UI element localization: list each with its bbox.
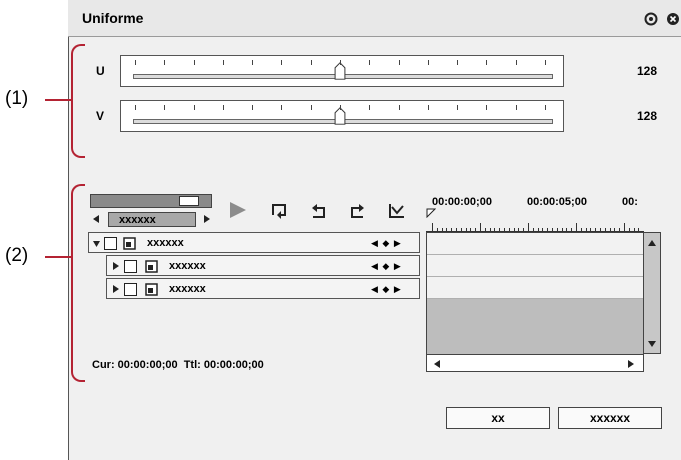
slider-tick [252, 60, 254, 65]
slider-v-label: V [96, 109, 105, 123]
slider-tick [135, 60, 136, 65]
slider-tick [515, 60, 517, 65]
slider-tick [281, 105, 283, 110]
slider-tick [222, 105, 224, 110]
scroll-up-arrow-icon[interactable] [647, 238, 657, 250]
slider-tick [486, 60, 488, 65]
track-checkbox[interactable] [104, 237, 117, 250]
track-label: xxxxxx [147, 237, 184, 249]
slider-v-value: 128 [637, 109, 658, 123]
cancel-button[interactable]: xxxxxx [558, 407, 662, 429]
slider-tick [281, 60, 283, 65]
slider-tick [457, 60, 459, 65]
slider-tick [427, 60, 429, 65]
dialog-title: Uniforme [82, 10, 144, 26]
slider-u-label: U [96, 64, 105, 78]
preset-progress-thumb[interactable] [179, 196, 199, 206]
slider-tick [486, 105, 488, 110]
curve-icon[interactable] [388, 202, 406, 223]
callout-bracket-1 [71, 44, 85, 158]
callout-label-1: (1) [5, 88, 29, 109]
keyframe-nav-icons[interactable]: ◀ ◆ ▶ [371, 261, 402, 272]
slider-tick [193, 105, 195, 110]
scroll-down-arrow-icon[interactable] [647, 339, 657, 351]
slider-tick [135, 105, 136, 110]
slider-tick [369, 105, 371, 110]
expand-down-arrow-icon[interactable] [92, 239, 101, 251]
loop-icon[interactable] [270, 202, 288, 223]
effect-icon [145, 283, 158, 299]
close-icon[interactable] [666, 12, 680, 26]
title-bar [68, 0, 681, 37]
redo-icon[interactable] [348, 202, 366, 223]
slider-tick [164, 60, 166, 65]
slider-tick [222, 60, 224, 65]
slider-tick [164, 105, 166, 110]
timecode-2: 00: [622, 196, 638, 208]
slider-u-value: 128 [637, 64, 658, 78]
slider-tick [340, 105, 341, 110]
slider-tick [398, 60, 400, 65]
keyframe-nav-icons[interactable]: ◀ ◆ ▶ [371, 238, 402, 249]
track-row[interactable]: xxxxxx ◀ ◆ ▶ [88, 232, 420, 253]
slider-tick [193, 60, 195, 65]
horizontal-scrollbar[interactable] [426, 354, 644, 372]
callout-leader-2 [45, 256, 72, 258]
slider-tick [545, 105, 546, 110]
timeline-ruler[interactable] [426, 214, 644, 232]
scroll-left-arrow-icon[interactable] [433, 359, 441, 372]
timeline-row[interactable] [427, 277, 643, 299]
expand-right-arrow-icon[interactable] [112, 284, 120, 297]
track-label: xxxxxx [169, 260, 206, 272]
preset-prev-arrow-icon[interactable] [92, 214, 100, 224]
vertical-scrollbar[interactable] [643, 232, 661, 354]
preset-dropdown-label: xxxxxx [119, 214, 156, 226]
slider-v[interactable] [120, 100, 564, 132]
track-row[interactable]: xxxxxx ◀ ◆ ▶ [106, 255, 420, 276]
preset-progress-bar[interactable] [90, 194, 212, 208]
slider-tick [545, 60, 546, 65]
slider-tick [340, 60, 341, 65]
timeline-track-area[interactable] [426, 232, 644, 364]
slider-tick [310, 105, 312, 110]
slider-tick [515, 105, 517, 110]
play-icon[interactable] [228, 200, 248, 223]
slider-tick [369, 60, 371, 65]
timeline-row[interactable] [427, 255, 643, 277]
keyframe-nav-icons[interactable]: ◀ ◆ ▶ [371, 284, 402, 295]
slider-u[interactable] [120, 55, 564, 87]
callout-leader-1 [45, 99, 72, 101]
status-timecode: Cur: 00:00:00;00 Ttl: 00:00:00;00 [92, 359, 264, 371]
track-row[interactable]: xxxxxx ◀ ◆ ▶ [106, 278, 420, 299]
preset-dropdown[interactable]: xxxxxx [108, 212, 196, 227]
playhead-marker-icon[interactable] [426, 208, 437, 221]
preset-next-arrow-icon[interactable] [203, 214, 211, 224]
track-checkbox[interactable] [124, 260, 137, 273]
track-checkbox[interactable] [124, 283, 137, 296]
callout-bracket-2 [71, 184, 85, 382]
effect-icon [145, 260, 158, 276]
circle-dot-icon[interactable] [644, 12, 658, 26]
slider-tick [398, 105, 400, 110]
callout-label-2: (2) [5, 245, 29, 266]
track-label: xxxxxx [169, 283, 206, 295]
scroll-right-arrow-icon[interactable] [627, 359, 635, 372]
slider-tick [427, 105, 429, 110]
slider-tick [310, 60, 312, 65]
effect-icon [123, 237, 136, 253]
timeline-row[interactable] [427, 233, 643, 255]
ok-button[interactable]: xx [446, 407, 550, 429]
undo-icon[interactable] [310, 202, 328, 223]
timecode-0: 00:00:00;00 [432, 196, 492, 208]
slider-tick [252, 105, 254, 110]
timecode-1: 00:00:05;00 [527, 196, 587, 208]
expand-right-arrow-icon[interactable] [112, 261, 120, 274]
slider-tick [457, 105, 459, 110]
